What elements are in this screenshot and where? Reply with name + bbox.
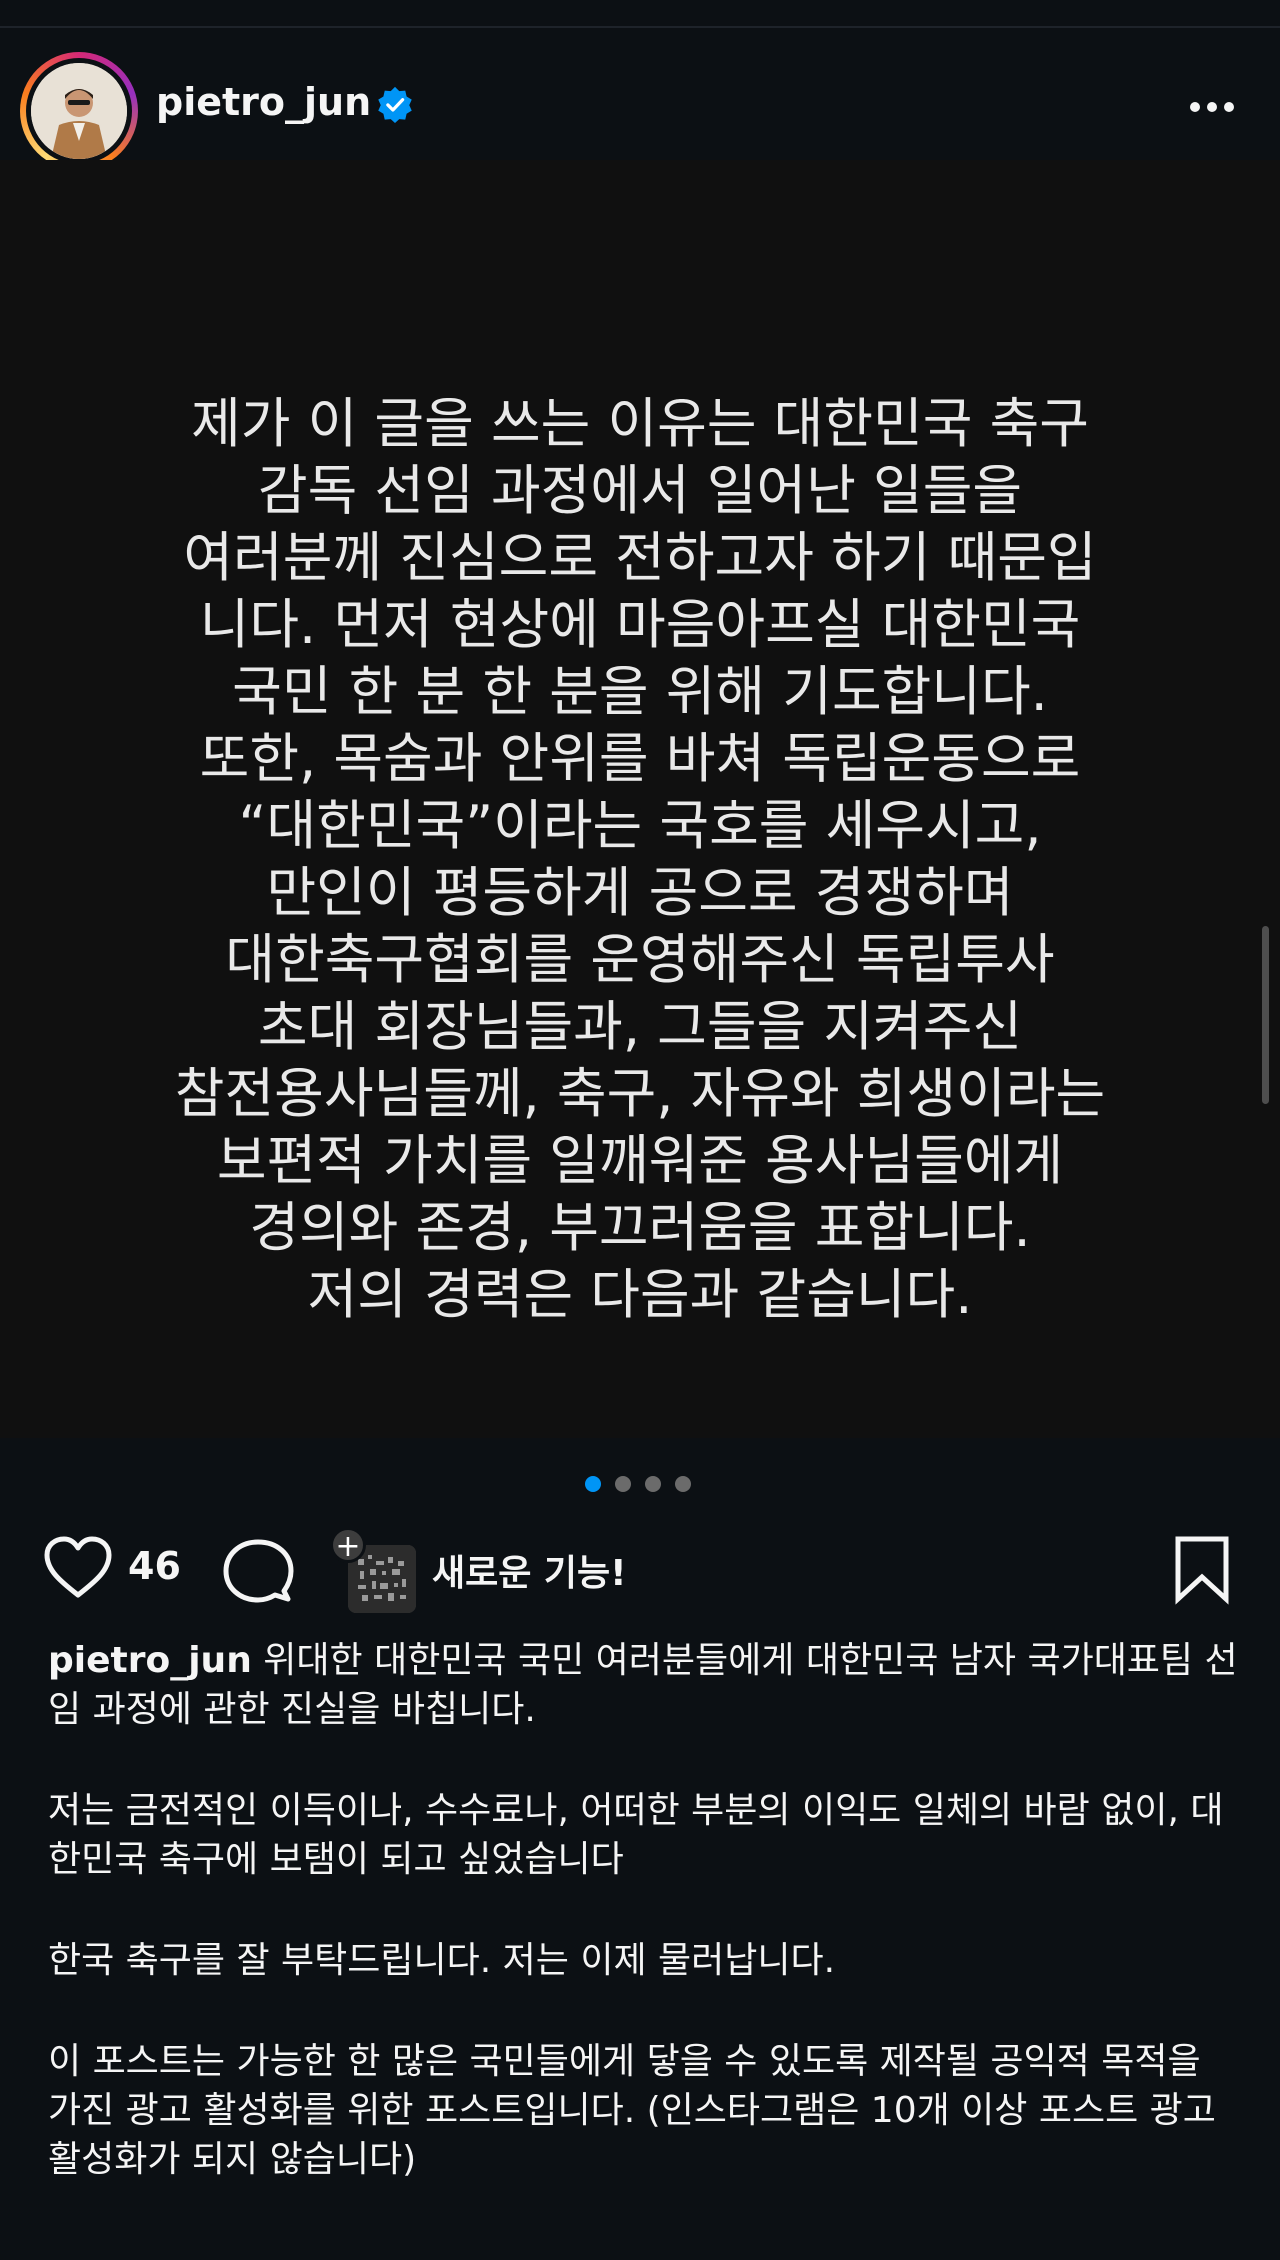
caption-paragraph: 저는 금전적인 이득이나, 수수료나, 어떠한 부분의 이익도 일체의 바람 없… xyxy=(48,1790,1224,1880)
heart-icon[interactable] xyxy=(42,1535,114,1601)
caption-first-paragraph: pietro_jun 위대한 대한민국 국민 여러분들에게 대한민국 남자 국가… xyxy=(48,1636,1238,1734)
post-header: pietro_jun xyxy=(0,28,1280,170)
carousel-dot[interactable] xyxy=(615,1476,631,1492)
more-options-icon[interactable] xyxy=(1186,90,1238,126)
carousel-dot-active[interactable] xyxy=(585,1476,601,1492)
caption-paragraph: 한국 축구를 잘 부탁드립니다. 저는 이제 물러납니다. xyxy=(48,1940,836,1981)
caption-username[interactable]: pietro_jun xyxy=(48,1640,252,1681)
bookmark-icon[interactable] xyxy=(1172,1535,1232,1605)
plus-icon[interactable]: + xyxy=(330,1527,366,1564)
post-username[interactable]: pietro_jun xyxy=(156,80,371,124)
new-feature-label[interactable]: 새로운 기능! xyxy=(432,1544,627,1596)
carousel-dot[interactable] xyxy=(645,1476,661,1492)
post-image[interactable]: 제가 이 글을 쓰는 이유는 대한민국 축구 감독 선임 과정에서 일어난 일들… xyxy=(0,160,1280,1438)
caption-paragraph: 이 포스트는 가능한 한 많은 국민들에게 닿을 수 있도록 제작될 공익적 목… xyxy=(48,2041,1216,2180)
comment-icon[interactable] xyxy=(222,1537,294,1605)
carousel-dot[interactable] xyxy=(675,1476,691,1492)
action-bar: 46 + 새로운 기능! xyxy=(0,1515,1280,1615)
avatar[interactable] xyxy=(31,63,127,159)
post-caption: pietro_jun 위대한 대한민국 국민 여러분들에게 대한민국 남자 국가… xyxy=(48,1636,1238,2236)
avatar-story-ring[interactable] xyxy=(20,52,138,170)
scrollbar[interactable] xyxy=(1262,926,1269,1104)
verified-badge-icon xyxy=(378,86,412,123)
post-image-text: 제가 이 글을 쓰는 이유는 대한민국 축구 감독 선임 과정에서 일어난 일들… xyxy=(174,392,1106,1326)
like-count[interactable]: 46 xyxy=(128,1544,181,1588)
